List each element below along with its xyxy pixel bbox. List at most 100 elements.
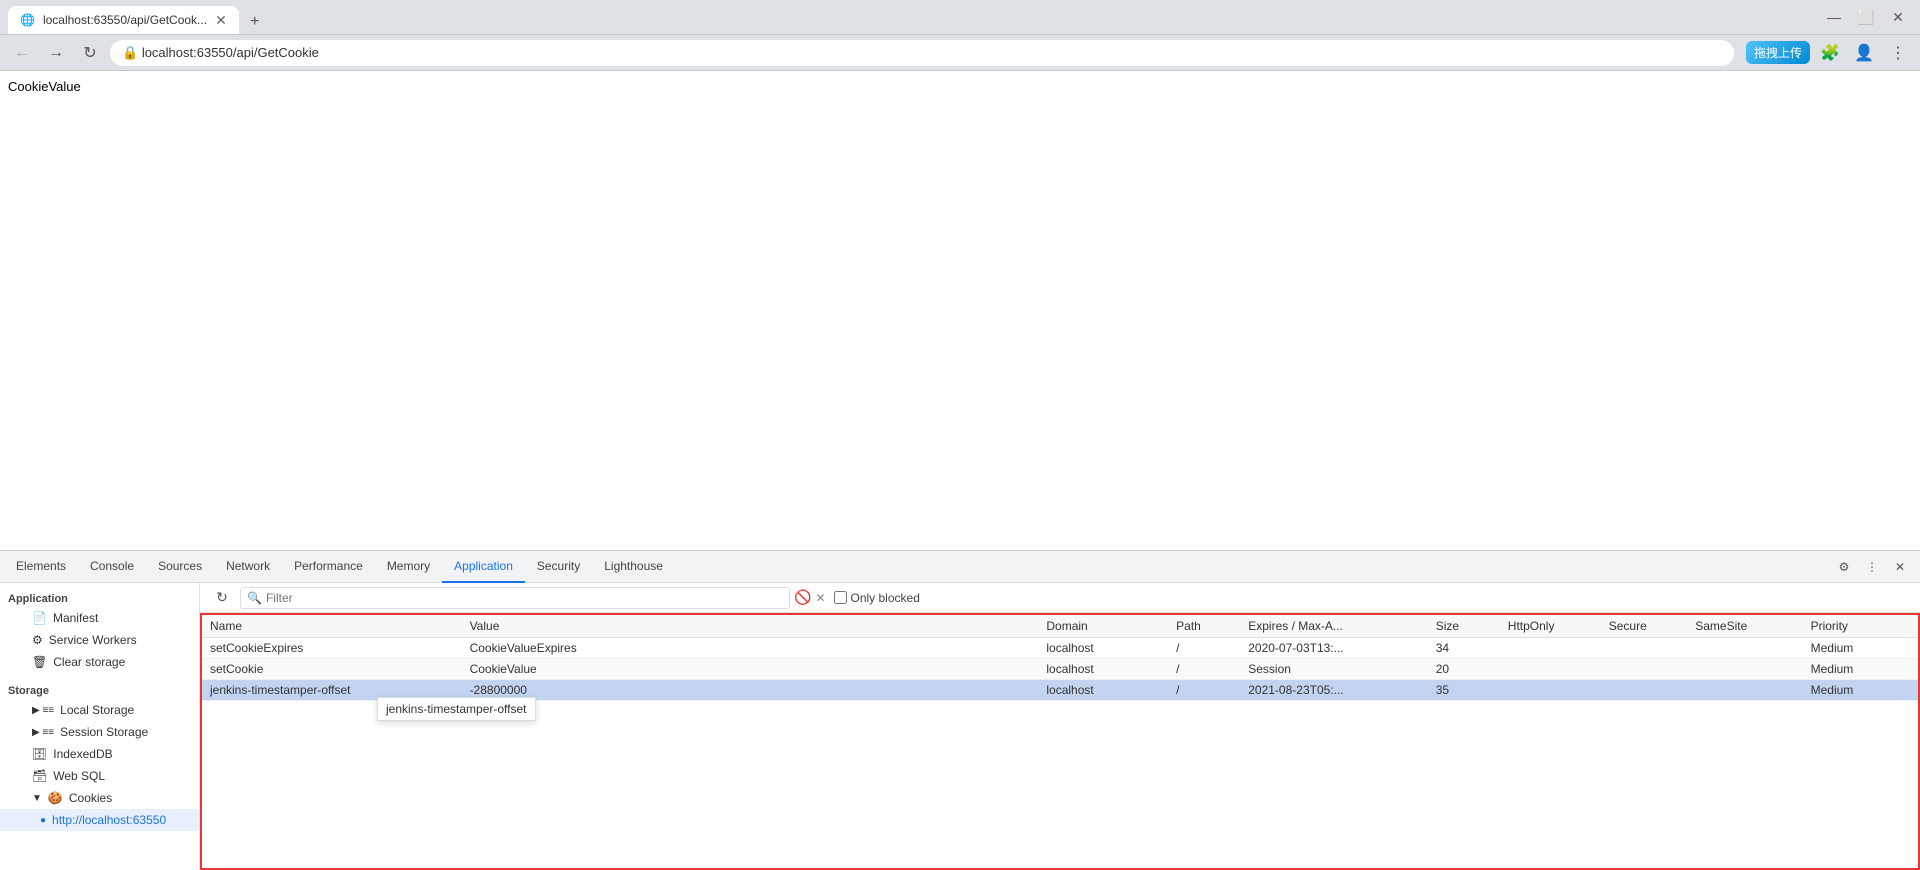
cell-name: setCookie — [202, 659, 462, 680]
devtools-tab-bar: Elements Console Sources Network Perform… — [0, 551, 1920, 583]
cell-secure — [1601, 680, 1688, 701]
cookies-expand-icon: ▼ — [32, 793, 42, 804]
active-tab[interactable]: 🌐 localhost:63550/api/GetCook... ✕ — [8, 6, 239, 34]
col-header-samesite[interactable]: SameSite — [1687, 615, 1802, 638]
cell-size: 35 — [1428, 680, 1500, 701]
tab-network[interactable]: Network — [214, 551, 282, 583]
col-header-expires[interactable]: Expires / Max-A... — [1240, 615, 1427, 638]
tab-list: 🌐 localhost:63550/api/GetCook... ✕ + — [8, 0, 267, 34]
menu-button[interactable]: ⋮ — [1884, 39, 1912, 67]
tab-title: localhost:63550/api/GetCook... — [43, 13, 207, 27]
more-options-button[interactable]: ⋮ — [1860, 555, 1884, 579]
cell-name: setCookieExpires — [202, 638, 462, 659]
sidebar-item-manifest[interactable]: 📄 Manifest — [0, 607, 199, 629]
sidebar-item-local-storage[interactable]: ▶ ≡≡ Local Storage — [0, 699, 199, 721]
tab-performance[interactable]: Performance — [282, 551, 375, 583]
table-row[interactable]: setCookieCookieValuelocalhost/Session20M… — [202, 659, 1918, 680]
devtools-action-buttons: ⚙ ⋮ ✕ — [1832, 555, 1916, 579]
filter-only-blocked-label[interactable]: Only blocked — [834, 591, 920, 605]
close-button[interactable]: ✕ — [1884, 3, 1912, 31]
filter-block-button[interactable]: 🚫 — [794, 589, 811, 606]
cell-path: / — [1168, 659, 1240, 680]
filter-clear-button[interactable]: ✕ — [815, 591, 825, 605]
url-text: localhost:63550/api/GetCookie — [142, 45, 319, 60]
cell-httponly — [1500, 680, 1601, 701]
tab-close-button[interactable]: ✕ — [215, 13, 227, 27]
cell-domain: localhost — [1038, 680, 1168, 701]
cookie-name-tooltip: jenkins-timestamper-offset — [377, 697, 536, 721]
cell-samesite — [1687, 638, 1802, 659]
service-workers-icon: ⚙ — [32, 633, 43, 647]
address-bar[interactable]: 🔒 localhost:63550/api/GetCookie — [110, 40, 1734, 66]
filter-input-wrap: 🔍 — [240, 587, 790, 609]
sidebar-item-web-sql[interactable]: 🗃 Web SQL — [0, 765, 199, 787]
filter-bar: ↻ 🔍 🚫 ✕ Only blocked — [200, 583, 1920, 613]
sidebar-item-cookies-localhost[interactable]: ● http://localhost:63550 — [0, 809, 199, 831]
table-row[interactable]: setCookieExpiresCookieValueExpireslocalh… — [202, 638, 1918, 659]
cell-samesite — [1687, 659, 1802, 680]
page-body-text: CookieValue — [8, 79, 1912, 94]
new-tab-button[interactable]: + — [243, 10, 267, 34]
forward-button[interactable]: → — [42, 39, 70, 67]
col-header-secure[interactable]: Secure — [1601, 615, 1688, 638]
tab-sources[interactable]: Sources — [146, 551, 214, 583]
col-header-httponly[interactable]: HttpOnly — [1500, 615, 1601, 638]
cell-secure — [1601, 638, 1688, 659]
sidebar-section-storage: Storage — [0, 679, 199, 699]
col-header-path[interactable]: Path — [1168, 615, 1240, 638]
tab-security[interactable]: Security — [525, 551, 592, 583]
tab-favicon: 🌐 — [20, 13, 35, 27]
extensions-button[interactable]: 🧩 — [1816, 39, 1844, 67]
filter-only-blocked-checkbox[interactable] — [834, 591, 847, 604]
extension-icons: 拖拽上传 🧩 👤 ⋮ — [1746, 39, 1912, 67]
tab-memory[interactable]: Memory — [375, 551, 442, 583]
cookie-table-container: Name Value Domain Path Expires / Max-A..… — [200, 613, 1920, 870]
col-header-name[interactable]: Name — [202, 615, 462, 638]
filter-refresh-button[interactable]: ↻ — [208, 584, 236, 612]
cell-domain: localhost — [1038, 638, 1168, 659]
indexeddb-icon: 🗄 — [32, 747, 47, 761]
settings-button[interactable]: ⚙ — [1832, 555, 1856, 579]
browser-tab-bar: 🌐 localhost:63550/api/GetCook... ✕ + — ⬜… — [0, 0, 1920, 35]
cell-priority: Medium — [1803, 680, 1918, 701]
sidebar-item-indexeddb[interactable]: 🗄 IndexedDB — [0, 743, 199, 765]
cell-value: CookieValueExpires — [462, 638, 1039, 659]
sidebar-item-cookies[interactable]: ▼ 🍪 Cookies — [0, 787, 199, 809]
cell-domain: localhost — [1038, 659, 1168, 680]
col-header-priority[interactable]: Priority — [1803, 615, 1918, 638]
profile-button[interactable]: 👤 — [1850, 39, 1878, 67]
session-storage-icon: ▶ ≡≡ — [32, 727, 54, 738]
sidebar-item-clear-storage[interactable]: 🗑 Clear storage — [0, 651, 199, 673]
refresh-button[interactable]: ↻ — [76, 39, 104, 67]
cookies-icon: 🍪 — [48, 791, 63, 805]
devtools-main-panel: ↻ 🔍 🚫 ✕ Only blocked Name — [200, 583, 1920, 870]
sidebar-item-service-workers[interactable]: ⚙ Service Workers — [0, 629, 199, 651]
col-header-value[interactable]: Value — [462, 615, 1039, 638]
cell-secure — [1601, 659, 1688, 680]
filter-search-icon: 🔍 — [247, 591, 262, 605]
cell-expires: Session — [1240, 659, 1427, 680]
tab-lighthouse[interactable]: Lighthouse — [592, 551, 675, 583]
ext-upload-button[interactable]: 拖拽上传 — [1746, 41, 1810, 64]
col-header-size[interactable]: Size — [1428, 615, 1500, 638]
tab-application[interactable]: Application — [442, 551, 525, 583]
cell-path: / — [1168, 680, 1240, 701]
minimize-button[interactable]: — — [1820, 3, 1848, 31]
address-bar-row: ← → ↻ 🔒 localhost:63550/api/GetCookie 拖拽… — [0, 35, 1920, 71]
back-button[interactable]: ← — [8, 39, 36, 67]
devtools-close-button[interactable]: ✕ — [1888, 555, 1912, 579]
sidebar-item-session-storage[interactable]: ▶ ≡≡ Session Storage — [0, 721, 199, 743]
web-sql-icon: 🗃 — [32, 769, 47, 783]
tab-console[interactable]: Console — [78, 551, 146, 583]
manifest-icon: 📄 — [32, 611, 47, 625]
tab-elements[interactable]: Elements — [4, 551, 78, 583]
maximize-button[interactable]: ⬜ — [1852, 3, 1880, 31]
cell-priority: Medium — [1803, 638, 1918, 659]
clear-storage-icon: 🗑 — [32, 655, 47, 669]
cell-value: CookieValue — [462, 659, 1039, 680]
cell-path: / — [1168, 638, 1240, 659]
filter-input[interactable] — [266, 591, 783, 605]
cell-size: 34 — [1428, 638, 1500, 659]
window-controls: — ⬜ ✕ — [1820, 3, 1912, 31]
col-header-domain[interactable]: Domain — [1038, 615, 1168, 638]
